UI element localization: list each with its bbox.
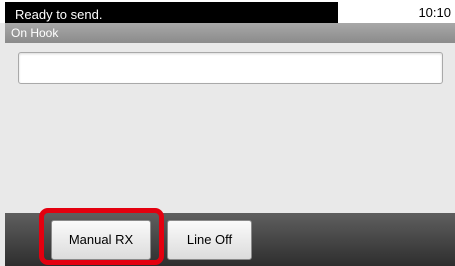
number-entry-field[interactable] xyxy=(18,52,443,84)
fax-screen: Ready to send. 10:10 On Hook Manual RX L… xyxy=(0,0,455,266)
line-off-button[interactable]: Line Off xyxy=(167,220,252,260)
screen-title: On Hook xyxy=(11,26,59,40)
screen-header: On Hook xyxy=(5,23,455,43)
manual-rx-button[interactable]: Manual RX xyxy=(51,220,151,260)
status-message: Ready to send. xyxy=(15,7,103,22)
clock: 10:10 xyxy=(418,5,451,20)
status-message-box: Ready to send. xyxy=(5,2,338,23)
status-bar: Ready to send. 10:10 xyxy=(0,0,455,23)
